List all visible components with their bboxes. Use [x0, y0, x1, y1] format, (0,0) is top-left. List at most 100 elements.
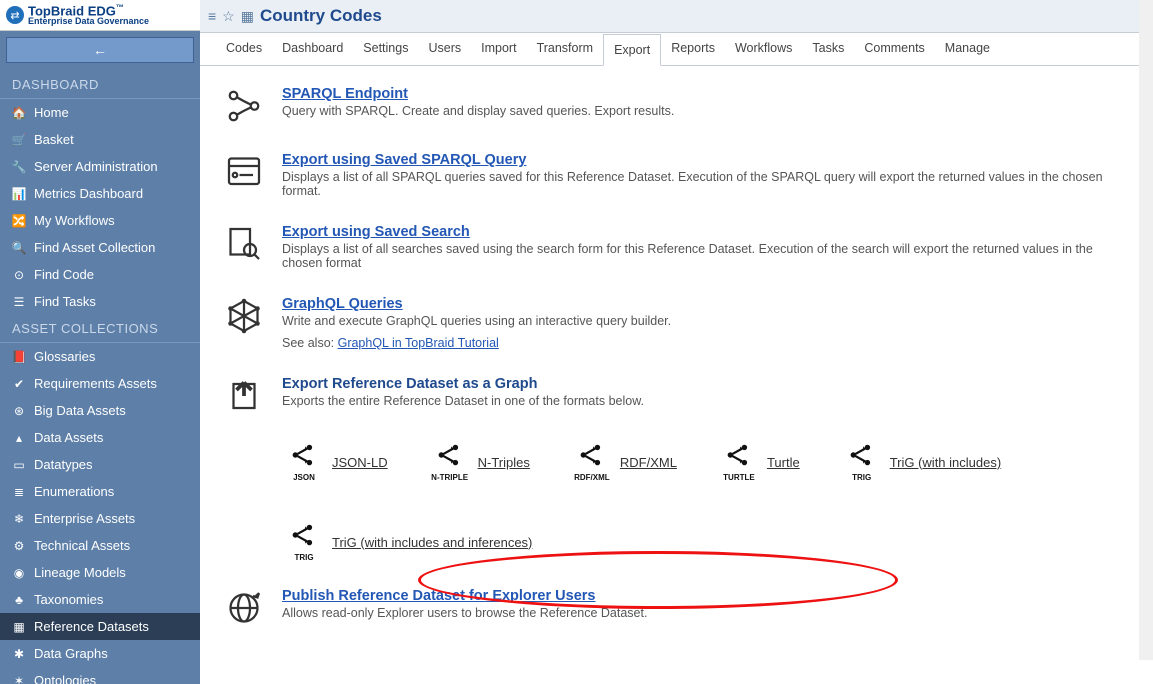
menu-icon[interactable]: ≡ — [208, 8, 216, 24]
export-formats: JSONJSON-LD N-TRIPLEN-Triples RDF/XMLRDF/X… — [282, 442, 1129, 562]
sidebar-item-metrics-dashboard[interactable]: 📊 Metrics Dashboard — [0, 180, 200, 207]
sidebar-item-technical-assets[interactable]: ⚙Technical Assets — [0, 532, 200, 559]
db-icon: ⊛ — [12, 404, 26, 418]
sidebar-item-label: Find Asset Collection — [34, 240, 155, 255]
datatype-icon: ▭ — [12, 458, 26, 472]
tab-settings[interactable]: Settings — [353, 33, 418, 65]
item-desc: Displays a list of all searches saved us… — [282, 242, 1129, 270]
tab-dashboard[interactable]: Dashboard — [272, 33, 353, 65]
item-desc: Write and execute GraphQL queries using … — [282, 314, 671, 328]
sidebar-item-big-data-assets[interactable]: ⊛Big Data Assets — [0, 397, 200, 424]
format-label: N-Triples — [478, 455, 530, 470]
content: SPARQL EndpointQuery with SPARQL. Create… — [200, 66, 1153, 684]
format-label: RDF/XML — [620, 455, 677, 470]
format-label: TriG (with includes and inferences) — [332, 535, 532, 550]
format-json[interactable]: JSONJSON-LD — [282, 442, 388, 482]
page-title: Country Codes — [260, 6, 382, 26]
sidebar-item-requirements-assets[interactable]: ✔Requirements Assets — [0, 370, 200, 397]
sidebar-item-label: Glossaries — [34, 349, 95, 364]
tab-codes[interactable]: Codes — [216, 33, 272, 65]
sidebar-item-taxonomies[interactable]: ♣Taxonomies — [0, 586, 200, 613]
technical-icon: ⚙ — [12, 539, 26, 553]
item-title[interactable]: Export using Saved SPARQL Query — [282, 152, 1129, 168]
star-icon[interactable]: ☆ — [222, 8, 235, 25]
home-icon: 🏠 — [12, 106, 26, 120]
format-label: TriG (with includes) — [890, 455, 1001, 470]
format-rdfxml[interactable]: RDF/XMLRDF/XML — [570, 442, 677, 482]
sidebar-item-label: Requirements Assets — [34, 376, 157, 391]
back-button[interactable]: ← — [6, 37, 194, 63]
sidebar-item-label: Ontologies — [34, 673, 96, 684]
sidebar-item-label: My Workflows — [34, 213, 115, 228]
chart-icon: 📊 — [12, 187, 26, 201]
export-item: Export using Saved Search Displays a list… — [224, 224, 1129, 270]
sidebar-item-data-assets[interactable]: ▴Data Assets — [0, 424, 200, 451]
sidebar-section-header: DASHBOARD — [0, 71, 200, 99]
scrollbar[interactable] — [1139, 0, 1153, 660]
sidebar-item-enterprise-assets[interactable]: ❄Enterprise Assets — [0, 505, 200, 532]
enterprise-icon: ❄ — [12, 512, 26, 526]
sidebar-item-label: Data Graphs — [34, 646, 108, 661]
sidebar-item-find-tasks[interactable]: ☰ Find Tasks — [0, 288, 200, 315]
sidebar-item-label: Find Code — [34, 267, 94, 282]
rdf-node-icon — [289, 522, 319, 551]
sidebar-item-data-graphs[interactable]: ✱Data Graphs — [0, 640, 200, 667]
tab-users[interactable]: Users — [418, 33, 471, 65]
tab-tasks[interactable]: Tasks — [802, 33, 854, 65]
sidebar-item-label: Basket — [34, 132, 74, 147]
tab-comments[interactable]: Comments — [854, 33, 934, 65]
brand-logo[interactable]: ⇄ TopBraid EDG™ Enterprise Data Governan… — [0, 0, 200, 31]
search-doc-icon — [224, 224, 264, 264]
branch-icon — [224, 86, 264, 126]
tab-export[interactable]: Export — [603, 34, 661, 66]
item-title[interactable]: Publish Reference Dataset for Explorer U… — [282, 588, 647, 604]
export-item: Export Reference Dataset as a GraphExpor… — [224, 376, 1129, 416]
tab-import[interactable]: Import — [471, 33, 526, 65]
sidebar-item-label: Server Administration — [34, 159, 158, 174]
sidebar-item-lineage-models[interactable]: ◉Lineage Models — [0, 559, 200, 586]
sidebar-item-ontologies[interactable]: ✶Ontologies — [0, 667, 200, 684]
tab-workflows[interactable]: Workflows — [725, 33, 802, 65]
item-title[interactable]: Export using Saved Search — [282, 224, 1129, 240]
tab-manage[interactable]: Manage — [935, 33, 1000, 65]
sidebar-item-find-code[interactable]: ⊙Find Code — [0, 261, 200, 288]
sidebar-item-datatypes[interactable]: ▭Datatypes — [0, 451, 200, 478]
export-icon — [224, 376, 264, 416]
search-icon: 🔍 — [12, 241, 26, 255]
sidebar-item-reference-datasets[interactable]: ▦Reference Datasets — [0, 613, 200, 640]
wrench-icon: 🔧 — [12, 160, 26, 174]
sidebar-item-my-workflows[interactable]: 🔀My Workflows — [0, 207, 200, 234]
format-trig[interactable]: TRIGTriG (with includes and inferences) — [282, 522, 532, 562]
seealso-link[interactable]: GraphQL in TopBraid Tutorial — [338, 336, 499, 350]
sidebar-item-find-asset-collection[interactable]: 🔍 Find Asset Collection — [0, 234, 200, 261]
sidebar-item-label: Metrics Dashboard — [34, 186, 143, 201]
export-item: SPARQL EndpointQuery with SPARQL. Create… — [224, 86, 1129, 126]
format-turtle[interactable]: TURTLETurtle — [717, 442, 800, 482]
enum-icon: ≣ — [12, 485, 26, 499]
grid-icon[interactable]: ▦ — [241, 8, 254, 25]
item-desc: Exports the entire Reference Dataset in … — [282, 394, 644, 408]
sidebar-item-label: Enumerations — [34, 484, 114, 499]
main-panel: ≡ ☆ ▦ Country Codes CodesDashboardSettin… — [200, 0, 1153, 684]
rdf-node-icon — [289, 442, 319, 471]
sidebar-item-server-administration[interactable]: 🔧 Server Administration — [0, 153, 200, 180]
format-sublabel: TRIG — [852, 473, 871, 482]
format-trig[interactable]: TRIG TriG (with includes) — [840, 442, 1001, 482]
tab-reports[interactable]: Reports — [661, 33, 725, 65]
item-title[interactable]: SPARQL Endpoint — [282, 86, 674, 102]
brand-subtitle: Enterprise Data Governance — [28, 17, 149, 26]
sidebar-item-label: Lineage Models — [34, 565, 126, 580]
tasks-icon: ☰ — [12, 295, 26, 309]
sidebar-item-glossaries[interactable]: 📕Glossaries — [0, 343, 200, 370]
tabs: CodesDashboardSettingsUsersImportTransfo… — [200, 33, 1153, 66]
sidebar-item-home[interactable]: 🏠Home — [0, 99, 200, 126]
tab-transform[interactable]: Transform — [527, 33, 604, 65]
refds-icon: ▦ — [12, 620, 26, 634]
basket-icon: 🛒 — [12, 133, 26, 147]
taxonomy-icon: ♣ — [12, 593, 26, 607]
sidebar-item-label: Find Tasks — [34, 294, 96, 309]
item-title[interactable]: GraphQL Queries — [282, 296, 671, 312]
sidebar-item-enumerations[interactable]: ≣ Enumerations — [0, 478, 200, 505]
sidebar-item-basket[interactable]: 🛒 Basket — [0, 126, 200, 153]
format-ntriple[interactable]: N-TRIPLEN-Triples — [428, 442, 530, 482]
